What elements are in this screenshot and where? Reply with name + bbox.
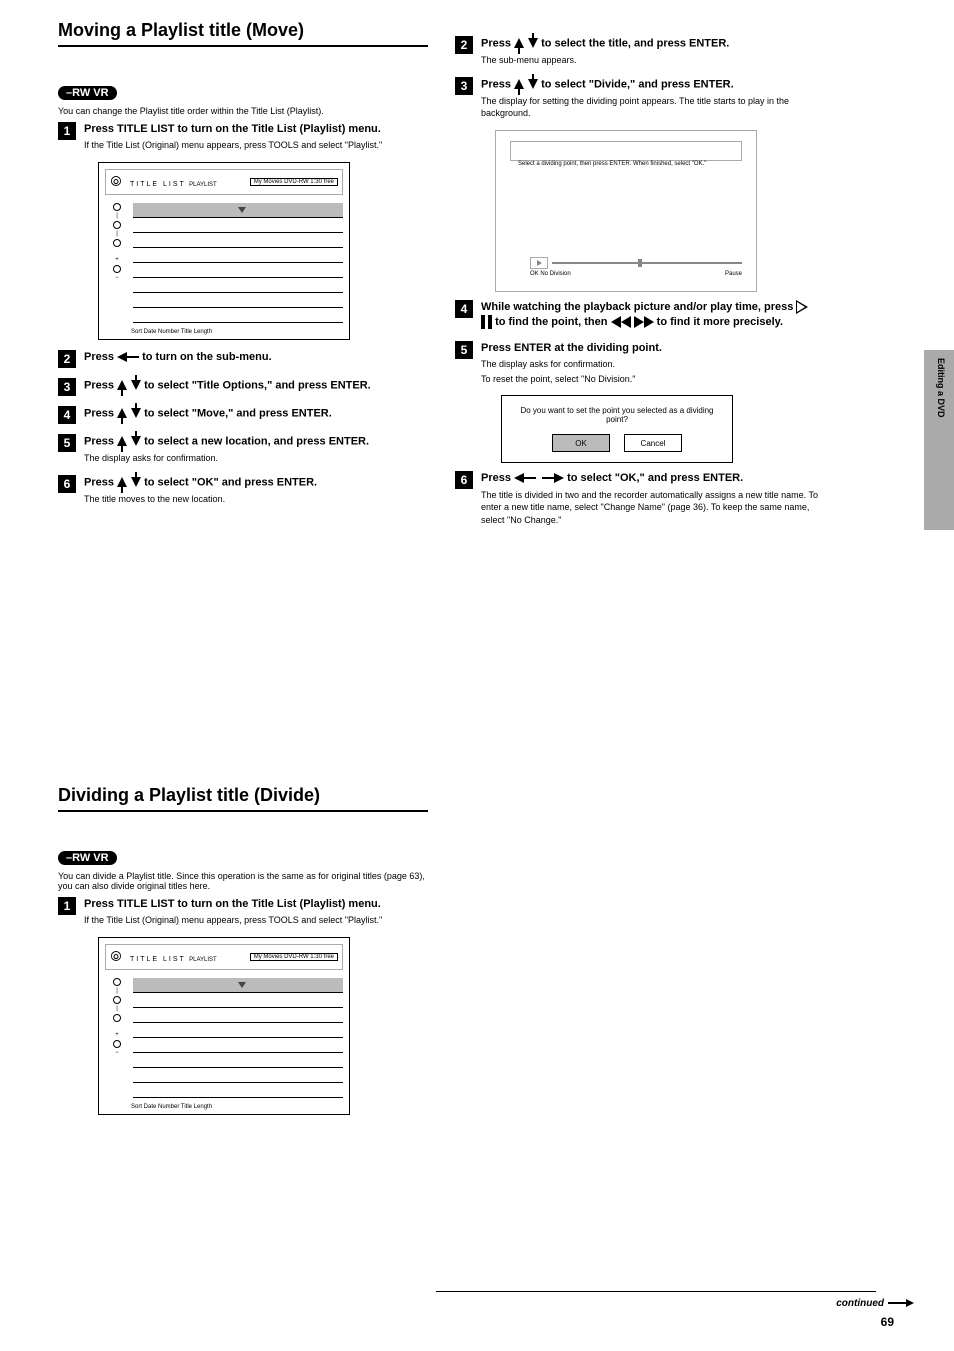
side-chapter-tab: Editing a DVD bbox=[924, 350, 954, 530]
step-num-1: 1 bbox=[58, 122, 76, 140]
down-arrow-icon bbox=[528, 38, 538, 48]
rw-badge-1: –RW VR bbox=[58, 86, 117, 100]
s1-step4-text: Press to select "Move," and press ENTER. bbox=[84, 406, 332, 422]
up-arrow-icon bbox=[117, 408, 127, 418]
r-step5-text: Press ENTER at the dividing point. The d… bbox=[481, 341, 662, 386]
tm-row[interactable] bbox=[133, 233, 343, 248]
up-arrow-icon bbox=[117, 436, 127, 446]
ok-button[interactable]: OK bbox=[552, 434, 610, 452]
disc-icon: ⦾ bbox=[106, 948, 126, 965]
section2-rule bbox=[58, 810, 428, 812]
tm-row[interactable] bbox=[133, 263, 343, 278]
section2-title: Dividing a Playlist title (Divide) bbox=[58, 785, 428, 806]
tm-row-sel[interactable] bbox=[133, 978, 343, 993]
down-arrow-icon bbox=[131, 408, 141, 418]
s1-step6-text: Press to select "OK" and press ENTER. Th… bbox=[84, 475, 317, 506]
pause-icon bbox=[481, 315, 492, 329]
tm-row-sel[interactable] bbox=[133, 203, 343, 218]
tm-row[interactable] bbox=[133, 993, 343, 1008]
step-num-2: 2 bbox=[58, 350, 76, 368]
tm-disc-info: My Movies DVD-RW 1:30 free bbox=[250, 953, 338, 961]
tm-foot: Sort Date Number Title Length bbox=[99, 329, 349, 337]
progress-track[interactable] bbox=[552, 262, 742, 264]
tm-row[interactable] bbox=[133, 1068, 343, 1083]
s1-step1-text: Press TITLE LIST to turn on the Title Li… bbox=[84, 122, 382, 152]
r-step3-text: Press to select "Divide," and press ENTE… bbox=[481, 77, 825, 120]
title-list-menu-2: ⦾ TITLE LIST PLAYLIST My Movies DVD-RW 1… bbox=[98, 937, 350, 1115]
confirm-msg: Do you want to set the point you selecte… bbox=[512, 406, 722, 424]
continue-arrow-icon bbox=[906, 1299, 914, 1307]
r-step-num-4: 4 bbox=[455, 300, 473, 318]
r-step-num-3: 3 bbox=[455, 77, 473, 95]
tm-row[interactable] bbox=[133, 218, 343, 233]
confirm-dialog: Do you want to set the point you selecte… bbox=[501, 395, 733, 463]
down-arrow-icon bbox=[131, 477, 141, 487]
rewind-icon bbox=[611, 316, 631, 328]
play-button-small[interactable] bbox=[530, 257, 548, 269]
rw-badge-2: –RW VR bbox=[58, 851, 117, 865]
down-arrow-icon bbox=[528, 79, 538, 89]
divide-screen: Select a dividing point, then press ENTE… bbox=[495, 130, 757, 292]
r-step4-text: While watching the playback picture and/… bbox=[481, 300, 825, 331]
tm-row[interactable] bbox=[133, 308, 343, 323]
step-num-6: 6 bbox=[58, 475, 76, 493]
continued-label: continued bbox=[836, 1291, 914, 1309]
tm-foot: Sort Date Number Title Length bbox=[99, 1104, 349, 1112]
up-arrow-icon bbox=[117, 477, 127, 487]
page-number: 69 bbox=[881, 1315, 894, 1329]
r-step2-text: Press to select the title, and press ENT… bbox=[481, 36, 729, 67]
play-icon bbox=[796, 300, 808, 314]
r-step-num-2: 2 bbox=[455, 36, 473, 54]
disc-icon: ⦾ bbox=[106, 173, 126, 190]
s1-step5-text: Press to select a new location, and pres… bbox=[84, 434, 369, 465]
down-arrow-icon bbox=[131, 380, 141, 390]
up-arrow-icon bbox=[514, 79, 524, 89]
step-num-5: 5 bbox=[58, 434, 76, 452]
tm-row[interactable] bbox=[133, 1083, 343, 1098]
s1-step2-text: Press to turn on the sub-menu. bbox=[84, 350, 272, 365]
tm-brand: TITLE LIST PLAYLIST bbox=[126, 175, 217, 189]
up-arrow-icon bbox=[117, 380, 127, 390]
s2-step1-text: Press TITLE LIST to turn on the Title Li… bbox=[84, 897, 382, 927]
tm-row[interactable] bbox=[133, 1008, 343, 1023]
r-step-num-5: 5 bbox=[455, 341, 473, 359]
tm-disc-info: My Movies DVD-RW 1:30 free bbox=[250, 178, 338, 186]
section1-intro: You can change the Playlist title order … bbox=[58, 106, 428, 116]
section1-rule bbox=[58, 45, 428, 47]
tm-row[interactable] bbox=[133, 1023, 343, 1038]
r-step-num-6: 6 bbox=[455, 471, 473, 489]
title-list-menu-1: ⦾ TITLE LIST PLAYLIST My Movies DVD-RW 1… bbox=[98, 162, 350, 340]
tm-row[interactable] bbox=[133, 278, 343, 293]
right-arrow-icon bbox=[554, 473, 564, 483]
r-step6-text: Press to select "OK," and press ENTER. T… bbox=[481, 471, 825, 526]
tm-row[interactable] bbox=[133, 293, 343, 308]
tm-row[interactable] bbox=[133, 1053, 343, 1068]
s1-step3-text: Press to select "Title Options," and pre… bbox=[84, 378, 371, 394]
tm-row[interactable] bbox=[133, 1038, 343, 1053]
tm-brand: TITLE LIST PLAYLIST bbox=[126, 950, 217, 964]
tm-row[interactable] bbox=[133, 248, 343, 263]
down-arrow-icon bbox=[131, 436, 141, 446]
step-num-4: 4 bbox=[58, 406, 76, 424]
up-arrow-icon bbox=[514, 38, 524, 48]
left-arrow-icon bbox=[117, 352, 127, 362]
divide-instruction bbox=[510, 141, 742, 161]
left-arrow-icon bbox=[514, 473, 524, 483]
s2-step-num-1: 1 bbox=[58, 897, 76, 915]
step-num-3: 3 bbox=[58, 378, 76, 396]
section2-intro: You can divide a Playlist title. Since t… bbox=[58, 871, 428, 891]
cancel-button[interactable]: Cancel bbox=[624, 434, 682, 452]
section1-title: Moving a Playlist title (Move) bbox=[58, 20, 428, 41]
forward-icon bbox=[634, 316, 654, 328]
